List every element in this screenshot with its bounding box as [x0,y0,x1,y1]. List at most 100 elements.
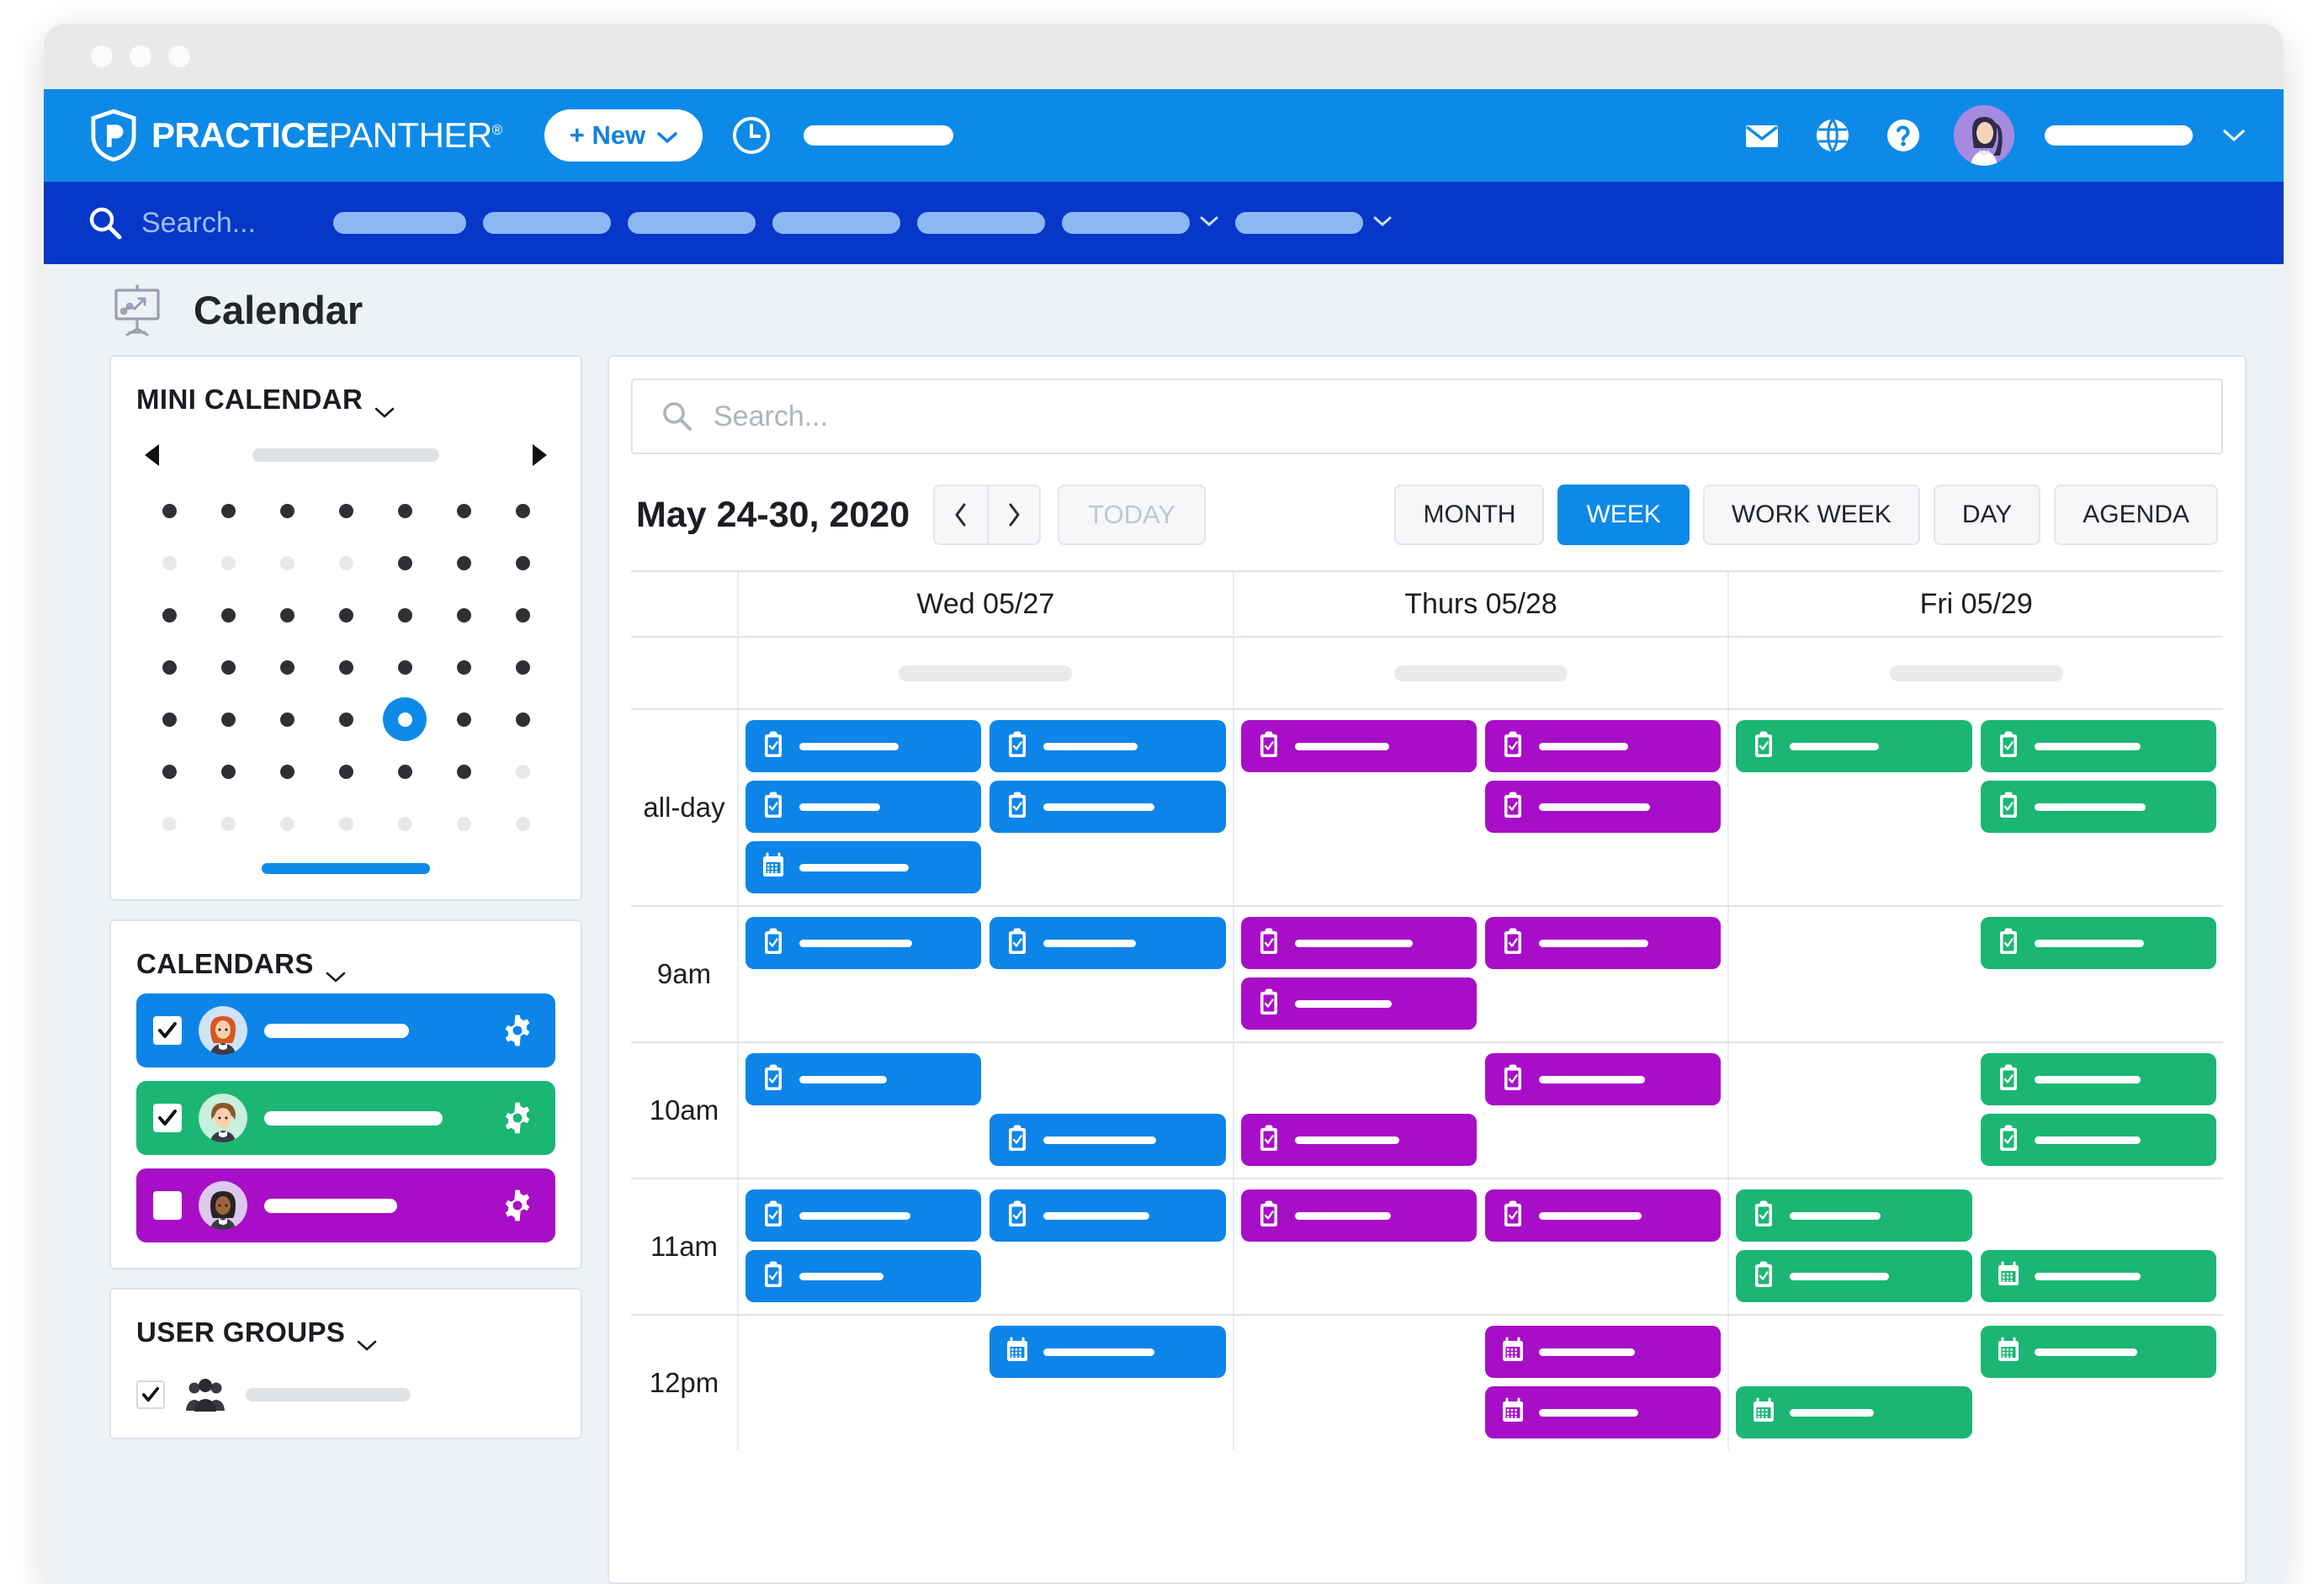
mini-calendar-day[interactable] [257,485,316,537]
mini-calendar-day[interactable] [375,589,434,641]
help-circle-icon[interactable] [1883,115,1923,156]
clock-icon[interactable] [731,115,772,156]
brand-logo[interactable]: PRACTICEPANTHER® [88,109,502,162]
calendar-event-chip[interactable] [990,1326,1226,1378]
calendars-header[interactable]: CALENDARS [136,948,555,983]
mini-calendar-day[interactable] [493,485,552,537]
search-icon[interactable] [88,205,123,241]
calendar-search-input[interactable]: Search... [631,379,2223,454]
mini-calendar-day[interactable] [140,537,199,589]
calendar-cell[interactable] [1727,1316,2223,1450]
calendar-cell[interactable] [1232,1316,1728,1450]
task-event-chip[interactable] [1485,917,1722,969]
task-event-chip[interactable] [990,1189,1226,1242]
task-event-chip[interactable] [1240,720,1478,772]
task-event-chip[interactable] [990,720,1226,772]
mini-calendar-day[interactable] [257,641,316,693]
user-groups-header[interactable]: USER GROUPS [136,1316,555,1351]
mini-calendar-day[interactable] [257,797,316,850]
mini-calendar-day[interactable] [199,537,257,589]
nav-item-6[interactable] [1062,212,1218,234]
calendar-cell[interactable] [1727,1043,2223,1178]
gear-icon[interactable] [500,1013,535,1048]
task-event-chip[interactable] [745,1189,982,1242]
next-week-button[interactable] [987,486,1040,543]
window-close-dot[interactable] [91,45,113,67]
mini-calendar-day[interactable] [493,797,552,850]
mini-calendar-day[interactable] [140,745,199,797]
globe-icon[interactable] [1812,115,1853,156]
task-event-chip[interactable] [1980,781,2217,833]
task-event-chip[interactable] [1485,781,1722,833]
mini-calendar-day[interactable] [140,641,199,693]
mini-calendar-day[interactable] [434,589,493,641]
mini-calendar-day[interactable] [199,641,257,693]
mini-calendar-day[interactable] [375,693,434,745]
nav-item-4[interactable] [772,212,901,234]
task-event-chip[interactable] [1240,917,1478,969]
calendar-event-chip[interactable] [1980,1326,2217,1378]
gear-icon[interactable] [500,1100,535,1136]
view-button-work-week[interactable]: WORK WEEK [1702,485,1920,545]
calendar-cell[interactable] [737,1043,1233,1178]
chevron-down-icon[interactable] [357,1327,377,1351]
chevron-down-icon[interactable] [326,958,346,983]
nav-item-5[interactable] [917,212,1046,234]
calendar-cell[interactable] [1232,1179,1728,1314]
mini-calendar-day[interactable] [316,693,375,745]
mini-calendar-day[interactable] [493,693,552,745]
calendar-cell[interactable] [1232,907,1728,1041]
calendar-cell[interactable] [1232,710,1728,905]
mini-calendar-footer-bar[interactable] [262,863,430,874]
window-maximize-dot[interactable] [168,45,190,67]
day-column-header[interactable]: Wed 05/27 [737,572,1233,636]
mini-calendar-day[interactable] [316,745,375,797]
mini-calendar-day[interactable] [493,745,552,797]
nav-item-3[interactable] [628,212,756,234]
chevron-down-icon[interactable] [1373,215,1392,231]
mini-calendar-day[interactable] [316,797,375,850]
chevron-down-icon[interactable] [1200,215,1218,231]
mini-calendar-day[interactable] [140,589,199,641]
mini-calendar-day[interactable] [375,485,434,537]
nav-item-2[interactable] [483,212,612,234]
calendar-event-chip[interactable] [745,841,982,893]
user-group-row-1[interactable] [136,1377,555,1412]
today-button[interactable]: TODAY [1058,485,1207,545]
calendar-checkbox[interactable] [153,1016,182,1045]
mini-calendar-day[interactable] [434,537,493,589]
mini-calendar-day[interactable] [493,641,552,693]
mini-calendar-day[interactable] [316,589,375,641]
calendar-cell[interactable] [737,1316,1233,1450]
task-event-chip[interactable] [1980,1114,2217,1166]
task-event-chip[interactable] [990,917,1226,969]
mini-calendar-day[interactable] [199,745,257,797]
mini-calendar-day[interactable] [199,485,257,537]
global-search-input[interactable]: Search... [141,207,256,240]
window-minimize-dot[interactable] [130,45,151,67]
task-event-chip[interactable] [1240,1189,1478,1242]
day-column-header[interactable]: Fri 05/29 [1727,572,2223,636]
triangle-right-icon[interactable] [533,444,547,466]
mini-calendar-day[interactable] [140,485,199,537]
nav-item-1[interactable] [333,212,467,234]
calendar-row-2[interactable] [136,1081,555,1155]
mini-calendar-day[interactable] [434,745,493,797]
calendar-event-chip[interactable] [1485,1326,1722,1378]
chevron-down-icon[interactable] [374,394,395,418]
task-event-chip[interactable] [745,1250,982,1302]
calendar-row-1[interactable] [136,993,555,1067]
task-event-chip[interactable] [745,781,982,833]
task-event-chip[interactable] [990,1114,1226,1166]
mini-calendar-day[interactable] [434,485,493,537]
task-event-chip[interactable] [1980,917,2217,969]
mini-calendar-day[interactable] [375,537,434,589]
mini-calendar-day[interactable] [140,693,199,745]
task-event-chip[interactable] [1240,977,1478,1030]
calendar-cell[interactable] [737,907,1233,1041]
task-event-chip[interactable] [1485,720,1722,772]
mini-calendar-day[interactable] [257,537,316,589]
calendar-row-3[interactable] [136,1168,555,1242]
user-group-checkbox[interactable] [136,1380,165,1409]
mini-calendar-day[interactable] [375,641,434,693]
